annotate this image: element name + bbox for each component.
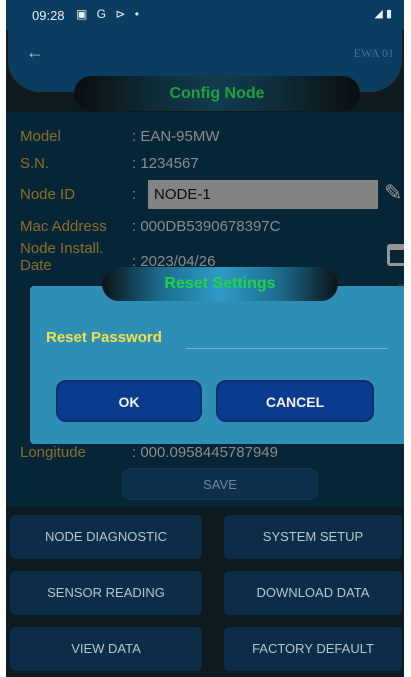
factory-default-button[interactable]: FACTORY DEFAULT (224, 627, 402, 671)
dialog-title: Reset Settings (102, 267, 338, 301)
save-button[interactable]: SAVE (122, 468, 318, 500)
password-underline (186, 348, 388, 349)
download-data-button[interactable]: DOWNLOAD DATA (224, 571, 402, 615)
back-arrow-icon[interactable]: ← (26, 42, 44, 63)
cancel-button[interactable]: CANCEL (216, 380, 374, 422)
status-bar: 09:28 ▣ G ⊳ • ◢ ▮ (6, 0, 404, 30)
system-setup-button[interactable]: SYSTEM SETUP (224, 515, 402, 559)
reset-password-input[interactable] (190, 331, 380, 349)
node-diagnostic-button[interactable]: NODE DIAGNOSTIC (10, 515, 202, 559)
signal-battery-icon: ◢ ▮ (374, 8, 392, 20)
notification-icons: ▣ G ⊳ • (76, 7, 142, 21)
sensor-reading-button[interactable]: SENSOR READING (10, 571, 202, 615)
view-data-button[interactable]: VIEW DATA (10, 627, 202, 671)
status-time: 09:28 (32, 8, 65, 23)
page-title: Config Node (74, 76, 360, 111)
action-grid: NODE DIAGNOSTIC SYSTEM SETUP SENSOR READ… (6, 507, 404, 677)
ok-button[interactable]: OK (56, 380, 202, 422)
phone-screen: 09:28 ▣ G ⊳ • ◢ ▮ ← EWA 01 Config Node M… (6, 0, 404, 677)
device-id-label: EWA 01 (353, 46, 394, 60)
reset-password-label: Reset Password (46, 329, 162, 346)
